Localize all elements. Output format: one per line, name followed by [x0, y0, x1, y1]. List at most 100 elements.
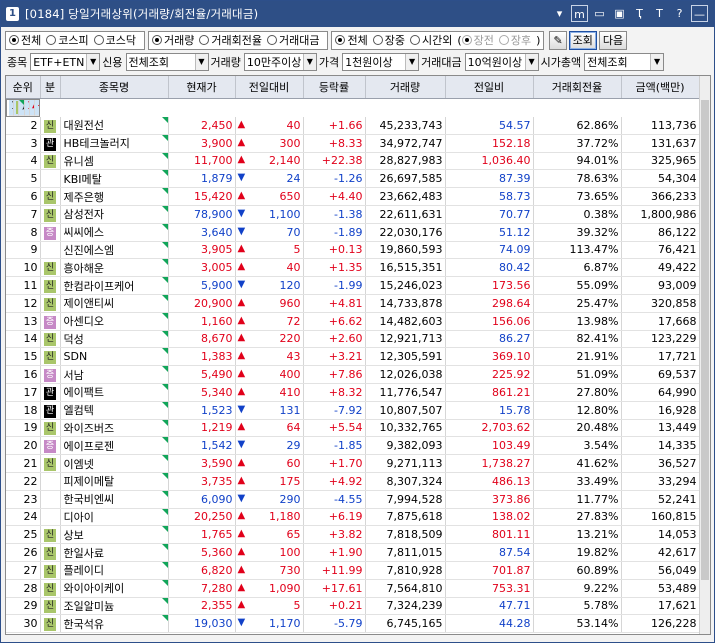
stock-name[interactable]: 제이앤티씨: [60, 294, 169, 313]
stock-name[interactable]: 한컴라이프케어: [60, 276, 169, 295]
stock-name[interactable]: 에이프로젠: [60, 436, 169, 456]
radio-pre-market[interactable]: 장전: [461, 32, 494, 48]
credit-select[interactable]: 전체조회 ▼: [125, 53, 209, 71]
table-row[interactable]: 10 신 흥아해운 3,005 ▲ 40 +1.35 16,515,351 80.42 6.87%…: [6, 258, 700, 278]
volume-select[interactable]: 10만주이상 ▼: [243, 53, 317, 71]
amount-select[interactable]: 10억원이상 ▼: [464, 53, 539, 71]
radio-session-afterhours[interactable]: 시간외: [409, 32, 452, 48]
stock-name[interactable]: KBI메탈: [60, 169, 169, 189]
column-header[interactable]: 전일비: [445, 76, 534, 99]
stock-name[interactable]: 신진에스엠: [60, 241, 169, 260]
column-header[interactable]: 현재가: [168, 76, 236, 99]
table-row[interactable]: 30 신 한국석유 19,030 ▼ 1,170 -5.79 6,745,165 44.28 53…: [6, 614, 700, 634]
radio-sort-amount[interactable]: 거래대금: [266, 32, 319, 48]
stock-name[interactable]: 디아이: [60, 508, 169, 527]
column-header[interactable]: 순위: [6, 76, 41, 99]
cap-select[interactable]: 전체조회 ▼: [584, 53, 665, 71]
table-row[interactable]: 15 신 SDN 1,383 ▲ 43 +3.21 12,305,591 369.10 21.91…: [6, 347, 700, 367]
stock-name[interactable]: 아센디오: [60, 312, 169, 331]
next-button[interactable]: 다음: [598, 30, 628, 50]
column-header[interactable]: 거래회전율: [533, 76, 622, 99]
table-row[interactable]: 6 신 제주은행 15,420 ▲ 650 +4.40 23,662,483 58.73 73.6…: [6, 187, 700, 206]
stock-name[interactable]: 흥아해운: [60, 258, 169, 278]
table-row[interactable]: 27 신 플레이디 6,820 ▲ 730 +11.99 7,810,928 701.87 60.…: [6, 561, 700, 580]
down-triangle-icon[interactable]: ▾: [551, 5, 568, 22]
column-header[interactable]: 금액(백만): [621, 76, 700, 99]
table-row[interactable]: 7 신 삼성전자 78,900 ▼ 1,100 -1.38 22,611,631 70.77 0.…: [6, 205, 700, 224]
radio-sort-volume[interactable]: 거래량: [152, 32, 194, 48]
table-row[interactable]: 19 신 와이즈버즈 1,219 ▲ 64 +5.54 10,332,765 2,703.62 2…: [6, 419, 700, 438]
table-row[interactable]: 13 증 아센디오 1,160 ▲ 72 +6.62 14,482,603 156.06 13.9…: [6, 312, 700, 331]
stock-name[interactable]: SDN: [60, 347, 169, 367]
table-row[interactable]: 4 신 유니셈 11,700 ▲ 2,140 +22.38 28,827,983 1,036.4…: [6, 152, 700, 171]
stock-select[interactable]: ETF+ETN 제 ▼: [30, 53, 101, 71]
radio-market-kospi[interactable]: 코스피: [46, 32, 89, 48]
table-row[interactable]: 28 신 와이아이케이 7,280 ▲ 1,090 +17.61 7,564,810 753.3…: [6, 579, 700, 598]
restore-icon[interactable]: ▭: [591, 5, 608, 22]
stock-name[interactable]: 플레이디: [60, 561, 169, 580]
table-row[interactable]: 20 증 에이프로젠 1,542 ▼ 29 -1.85 9,382,093 103.49 3.54…: [6, 436, 700, 456]
table-row[interactable]: 25 신 상보 1,765 ▲ 65 +3.82 7,818,509 801.11 13.21% 1…: [6, 525, 700, 545]
stock-name[interactable]: 씨엔알리서치: [19, 99, 25, 116]
table-row[interactable]: 24 디아이 20,250 ▲ 1,180 +6.19 7,875,618 138.02 27.…: [6, 508, 700, 527]
stock-name[interactable]: 조일알미늄: [60, 597, 169, 616]
column-header[interactable]: 등락률: [303, 76, 366, 99]
table-row[interactable]: 17 관 에이팩트 5,340 ▲ 410 +8.32 11,776,547 861.21 27.…: [6, 383, 700, 402]
table-row[interactable]: 22 피제이메탈 3,735 ▲ 175 +4.92 8,307,324 486.13 33.4…: [6, 472, 700, 491]
table-row[interactable]: 3 관 HB테크놀러지 3,900 ▲ 300 +8.33 34,972,747 152.18 3…: [6, 134, 700, 153]
pin-icon[interactable]: Ҭ: [631, 5, 648, 22]
stock-name[interactable]: 덕성: [60, 330, 169, 349]
radio-market-all[interactable]: 전체: [9, 32, 41, 48]
stock-name[interactable]: 씨씨에스: [60, 223, 169, 242]
column-header[interactable]: 분: [40, 76, 61, 99]
column-header[interactable]: 종목명: [60, 76, 169, 99]
stock-name[interactable]: 유니셈: [60, 152, 169, 171]
radio-session-regular[interactable]: 장중: [372, 32, 405, 48]
price-select[interactable]: 1천원이상 ▼: [342, 53, 420, 71]
table-row[interactable]: 21 신 이엠넷 3,590 ▲ 60 +1.70 9,271,113 1,738.27 41.6…: [6, 454, 700, 473]
search-button[interactable]: 조회: [568, 30, 597, 50]
table-row[interactable]: 12 신 제이앤티씨 20,900 ▲ 960 +4.81 14,733,878 298.64 2…: [6, 294, 700, 313]
stock-name[interactable]: 제주은행: [60, 187, 169, 206]
stock-name[interactable]: 피제이메탈: [60, 472, 169, 491]
stock-name[interactable]: 상보: [60, 525, 169, 545]
table-row[interactable]: 26 신 한일사료 5,360 ▲ 100 +1.90 7,811,015 87.54 19.82…: [6, 543, 700, 562]
stock-name[interactable]: 대원전선: [60, 116, 169, 135]
table-row[interactable]: 8 증 씨씨에스 3,640 ▼ 70 -1.89 22,030,176 51.12 39.32%…: [6, 223, 700, 242]
stock-name[interactable]: 에이팩트: [60, 383, 169, 402]
stock-name[interactable]: 한국석유: [60, 614, 169, 634]
stock-name[interactable]: 서남: [60, 365, 169, 384]
table-row[interactable]: 29 신 조일알미늄 2,355 ▲ 5 +0.21 7,324,239 47.71 5.78% 1…: [6, 597, 700, 616]
stock-name[interactable]: 이엠넷: [60, 454, 169, 473]
m-box-icon[interactable]: m: [571, 5, 588, 22]
table-row[interactable]: 14 신 덕성 8,670 ▲ 220 +2.60 12,921,713 86.27 82.41%…: [6, 330, 700, 349]
table-row[interactable]: 16 증 서남 5,490 ▲ 400 +7.86 12,026,038 225.92 51.09…: [6, 365, 700, 384]
window-icon[interactable]: ▣: [611, 5, 628, 22]
help-icon[interactable]: ?: [671, 5, 688, 22]
table-row[interactable]: 9 신진에스엠 3,905 ▲ 5 +0.13 19,860,593 74.09 113.47%…: [6, 241, 700, 260]
table-row[interactable]: 1신씨엔알리서치1,758▲304+20.9152,229,0895,640.2…: [6, 98, 40, 117]
radio-post-market[interactable]: 장후: [498, 32, 531, 48]
stock-name[interactable]: 엘컴텍: [60, 401, 169, 420]
table-row[interactable]: 11 신 한컴라이프케어 5,900 ▼ 120 -1.99 15,246,023 173.56…: [6, 276, 700, 295]
stock-name[interactable]: 한일사료: [60, 543, 169, 562]
stock-name[interactable]: 한국비엔씨: [60, 490, 169, 509]
stock-name[interactable]: 와이아이케이: [60, 579, 169, 598]
pen-icon[interactable]: ✎: [549, 30, 567, 50]
radio-market-kosdaq[interactable]: 코스닥: [93, 32, 136, 48]
vertical-scrollbar[interactable]: [699, 76, 710, 634]
font-icon[interactable]: T: [651, 5, 668, 22]
radio-session-all[interactable]: 전체: [335, 32, 368, 48]
column-header[interactable]: 거래량: [365, 76, 446, 99]
stock-name[interactable]: 와이즈버즈: [60, 419, 169, 438]
stock-name[interactable]: 삼성전자: [60, 205, 169, 224]
table-row[interactable]: 18 관 엘컴텍 1,523 ▼ 131 -7.92 10,807,507 15.78 12.80…: [6, 401, 700, 420]
scroll-thumb[interactable]: [701, 100, 709, 580]
close-icon[interactable]: —: [691, 5, 708, 22]
stock-name[interactable]: HB테크놀러지: [60, 134, 169, 153]
table-row[interactable]: 23 한국비엔씨 6,090 ▼ 290 -4.55 7,994,528 373.86 11.7…: [6, 490, 700, 509]
table-row[interactable]: 2 신 대원전선 2,450 ▲ 40 +1.66 45,233,743 54.57 62.86%…: [6, 116, 700, 135]
table-row[interactable]: 5 KBI메탈 1,879 ▼ 24 -1.26 26,697,585 87.39 78.63%…: [6, 169, 700, 189]
radio-sort-turnover[interactable]: 거래회전율: [199, 32, 262, 48]
column-header[interactable]: 전일대비: [235, 76, 304, 99]
